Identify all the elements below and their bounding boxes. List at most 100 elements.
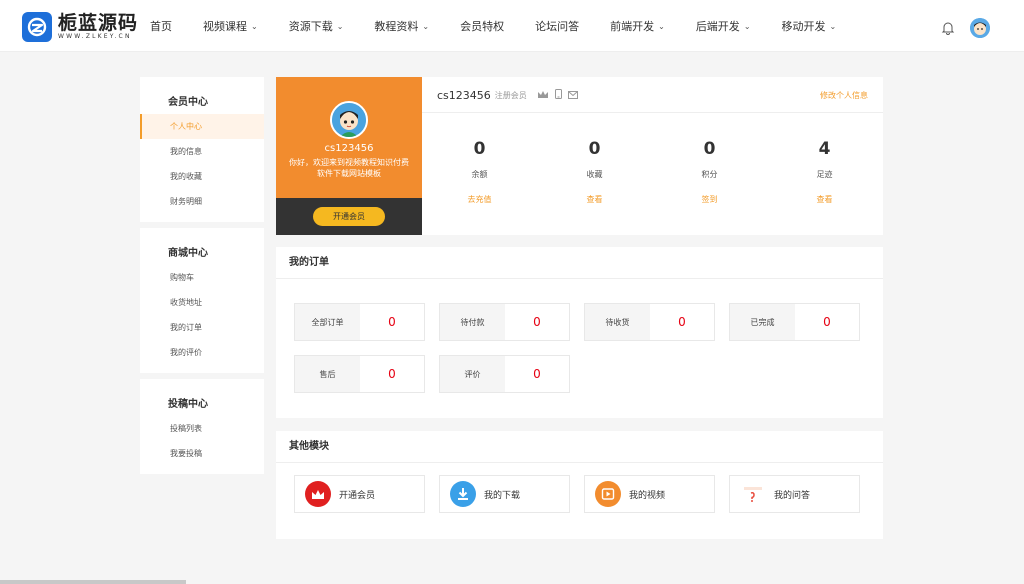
- top-header: 栀蓝源码 WWW.ZLKEY.CN 首页 视频课程 ⌄ 资源下载 ⌄ 教程资料 ⌄ 会…: [0, 0, 1024, 52]
- mobile-icon[interactable]: [554, 89, 562, 102]
- sidebar-item-submission-list[interactable]: 投稿列表: [140, 416, 264, 441]
- order-count: 0: [650, 304, 714, 340]
- sidebar-item-submit[interactable]: 我要投稿: [140, 441, 264, 466]
- chevron-down-icon: ⌄: [422, 21, 430, 31]
- logo-icon: [22, 12, 52, 42]
- sidebar-item-personal-center[interactable]: 个人中心: [140, 114, 264, 139]
- account-sidebar: 会员中心 个人中心 我的信息 我的收藏 财务明细 商城中心 购物车 收货地址 我…: [140, 77, 264, 474]
- stat-label: 收藏: [586, 170, 603, 179]
- profile-details-header: cs123456 注册会员 修改个人信息: [422, 77, 883, 113]
- order-label: 售后: [295, 356, 360, 392]
- chevron-down-icon: ⌄: [251, 21, 258, 31]
- stat-value: 0: [588, 139, 601, 159]
- order-count: 0: [360, 304, 424, 340]
- module-label: 开通会员: [339, 490, 376, 501]
- module-my-downloads[interactable]: 我的下载: [439, 475, 570, 513]
- sidebar-item-address[interactable]: 收货地址: [140, 290, 264, 315]
- nav-item-video-courses[interactable]: 视频课程 ⌄: [203, 18, 258, 34]
- module-open-vip[interactable]: 开通会员: [294, 475, 425, 513]
- nav-label: 首页: [150, 20, 172, 33]
- sidebar-group-title: 投稿中心: [168, 399, 208, 410]
- logo-title: 栀蓝源码: [58, 12, 139, 34]
- order-count: 0: [505, 304, 569, 340]
- sidebar-group-shop: 商城中心 购物车 收货地址 我的订单 我的评价: [140, 228, 264, 379]
- crown-icon: [305, 481, 331, 507]
- nav-item-home[interactable]: 首页: [150, 18, 172, 34]
- profile-stats: 0 余额 去充值 0 收藏 查看 0 积分 签到 4 足迹 查看: [422, 113, 883, 235]
- sidebar-item-my-info[interactable]: 我的信息: [140, 139, 264, 164]
- sidebar-group-submissions: 投稿中心 投稿列表 我要投稿: [140, 379, 264, 474]
- other-modules-panel: 其他模块 开通会员 我的下载 我的视频 我的问答: [276, 431, 883, 539]
- order-all[interactable]: 全部订单 0: [294, 303, 425, 341]
- order-after-sales[interactable]: 售后 0: [294, 355, 425, 393]
- stat-points: 0 积分 签到: [652, 113, 767, 235]
- mail-icon[interactable]: [567, 89, 578, 102]
- edit-profile-link[interactable]: 修改个人信息: [820, 90, 868, 101]
- sidebar-item-finance[interactable]: 财务明细: [140, 189, 264, 214]
- module-my-videos[interactable]: 我的视频: [584, 475, 715, 513]
- nav-item-backend[interactable]: 后端开发 ⌄: [696, 18, 751, 34]
- stat-label: 积分: [701, 170, 718, 179]
- order-label: 全部订单: [295, 304, 360, 340]
- sidebar-item-cart[interactable]: 购物车: [140, 265, 264, 290]
- module-my-qa[interactable]: 我的问答: [729, 475, 860, 513]
- module-label: 我的问答: [774, 490, 811, 501]
- modules-title: 其他模块: [276, 431, 883, 463]
- nav-label: 后端开发: [695, 20, 740, 33]
- order-pending-payment[interactable]: 待付款 0: [439, 303, 570, 341]
- view-favorites-link[interactable]: 查看: [537, 194, 652, 205]
- stat-label: 足迹: [816, 170, 833, 179]
- profile-avatar[interactable]: [330, 101, 368, 139]
- nav-label: 移动开发: [781, 20, 826, 33]
- site-logo[interactable]: 栀蓝源码 WWW.ZLKEY.CN: [22, 10, 138, 44]
- nav-item-frontend[interactable]: 前端开发 ⌄: [610, 18, 665, 34]
- stat-value: 0: [703, 139, 716, 159]
- nav-item-forum[interactable]: 论坛问答: [535, 18, 579, 34]
- profile-card: cs123456 你好，欢迎来到视频教程知识付费软件下载网站模板 开通会员 cs…: [276, 77, 883, 235]
- recharge-link[interactable]: 去充值: [422, 194, 537, 205]
- module-label: 我的下载: [484, 490, 521, 501]
- nav-label: 前端开发: [610, 20, 655, 33]
- order-label: 评价: [440, 356, 505, 392]
- nav-label: 资源下载: [288, 20, 333, 33]
- view-footprints-link[interactable]: 查看: [767, 194, 882, 205]
- profile-summary: cs123456 你好，欢迎来到视频教程知识付费软件下载网站模板 开通会员: [276, 77, 422, 235]
- sidebar-item-reviews[interactable]: 我的评价: [140, 340, 264, 365]
- nav-label: 教程资料: [374, 20, 419, 33]
- order-count: 0: [505, 356, 569, 392]
- nav-item-mobile[interactable]: 移动开发 ⌄: [782, 18, 837, 34]
- order-label: 待收货: [585, 304, 650, 340]
- orders-title: 我的订单: [276, 247, 883, 279]
- order-completed[interactable]: 已完成 0: [729, 303, 860, 341]
- stat-favorites: 0 收藏 查看: [537, 113, 652, 235]
- user-avatar[interactable]: [970, 18, 990, 38]
- order-pending-receipt[interactable]: 待收货 0: [584, 303, 715, 341]
- main-nav: 首页 视频课程 ⌄ 资源下载 ⌄ 教程资料 ⌄ 会员特权 论坛问答 前端开发 ⌄ 后端开…: [150, 0, 867, 52]
- horizontal-scrollbar[interactable]: [0, 580, 186, 584]
- sidebar-group-title: 商城中心: [168, 248, 208, 259]
- order-label: 已完成: [730, 304, 795, 340]
- open-vip-button[interactable]: 开通会员: [313, 207, 385, 226]
- sidebar-group-title: 会员中心: [168, 97, 208, 108]
- profile-name: cs123456: [437, 89, 491, 102]
- profile-summary-footer: 开通会员: [276, 198, 422, 235]
- nav-item-tutorials[interactable]: 教程资料 ⌄: [374, 18, 429, 34]
- chevron-down-icon: ⌄: [658, 21, 665, 31]
- profile-username: cs123456: [324, 143, 374, 154]
- nav-label: 视频课程: [203, 20, 247, 33]
- download-icon: [450, 481, 476, 507]
- bell-icon[interactable]: [941, 20, 955, 35]
- chevron-down-icon: ⌄: [829, 21, 837, 31]
- nav-label: 会员特权: [460, 20, 505, 33]
- nav-label: 论坛问答: [535, 20, 580, 33]
- order-reviews[interactable]: 评价 0: [439, 355, 570, 393]
- qa-icon: [740, 481, 766, 507]
- logo-subtitle: WWW.ZLKEY.CN: [58, 33, 132, 40]
- sidebar-item-orders[interactable]: 我的订单: [140, 315, 264, 340]
- my-orders-panel: 我的订单 全部订单 0 待付款 0 待收货 0 已完成 0 售后 0 评价 0: [276, 247, 883, 418]
- sidebar-item-favorites[interactable]: 我的收藏: [140, 164, 264, 189]
- check-in-link[interactable]: 签到: [652, 194, 767, 205]
- nav-item-vip[interactable]: 会员特权: [460, 18, 504, 34]
- member-role-badge: 注册会员: [494, 91, 527, 100]
- nav-item-resources[interactable]: 资源下载 ⌄: [289, 18, 344, 34]
